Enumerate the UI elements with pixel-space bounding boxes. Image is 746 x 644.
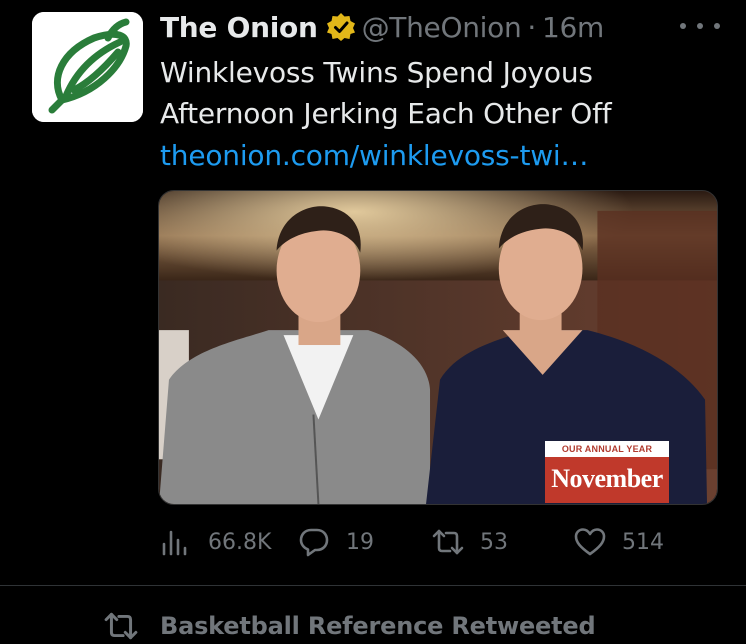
author-handle[interactable]: @TheOnion (362, 11, 522, 44)
reply-count: 19 (346, 529, 374, 555)
separator-dot: · (527, 10, 537, 44)
tweet-actions: 66.8K 19 53 514 (160, 524, 680, 560)
retweet-icon (104, 612, 138, 640)
more-options-icon[interactable] (680, 12, 720, 40)
tweet-header: The Onion @TheOnion · 16m (160, 8, 604, 46)
badge-top-label: OUR ANNUAL YEAR (545, 441, 669, 457)
retweet-icon (432, 529, 464, 555)
tweet[interactable]: The Onion @TheOnion · 16m Winklevoss Twi… (0, 0, 746, 585)
badge-month-label: November (545, 457, 669, 503)
reply-icon (299, 528, 329, 557)
author-name[interactable]: The Onion (160, 11, 318, 44)
reply-button[interactable]: 19 (298, 524, 374, 560)
retweet-count: 53 (480, 529, 508, 555)
tweet-media-image[interactable]: OUR ANNUAL YEAR November (158, 190, 718, 505)
verified-badge-icon (326, 12, 356, 42)
heart-icon (574, 528, 606, 556)
tweet-divider (0, 585, 746, 586)
views-chart-icon (162, 530, 187, 556)
onion-year-badge: OUR ANNUAL YEAR November (545, 441, 669, 503)
retweeted-by-row[interactable]: Basketball Reference Retweeted (104, 608, 596, 644)
like-count: 514 (622, 529, 664, 555)
views-button[interactable]: 66.8K (160, 524, 271, 560)
views-count: 66.8K (208, 529, 272, 555)
timestamp[interactable]: 16m (542, 11, 604, 44)
article-link[interactable]: theonion.com/winklevoss-twi… (160, 138, 589, 174)
retweet-button[interactable]: 53 (432, 524, 508, 560)
avatar[interactable] (32, 12, 143, 122)
tweet-text: Winklevoss Twins Spend Joyous Afternoon … (160, 56, 612, 130)
like-button[interactable]: 514 (574, 524, 664, 560)
onion-logo-icon (32, 12, 143, 122)
